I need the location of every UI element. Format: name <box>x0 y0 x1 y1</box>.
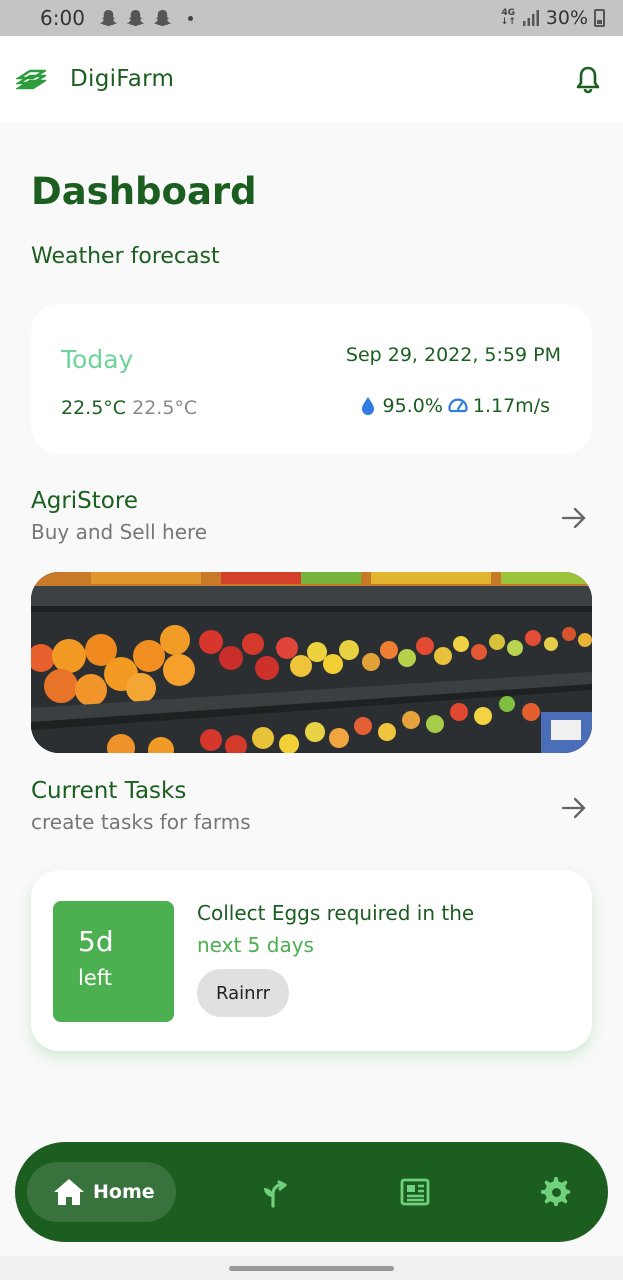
battery-percent: 30% <box>545 7 588 29</box>
more-notifications-dot <box>187 15 193 21</box>
task-description: Collect Eggs required in the next 5 days <box>197 897 474 961</box>
weather-section-title: Weather forecast <box>31 244 220 269</box>
tasks-title: Current Tasks <box>31 778 187 804</box>
snapchat-icon <box>99 9 117 26</box>
humidity-value: 95.0% <box>382 395 443 417</box>
temperature-min: 22.5°C <box>132 397 198 419</box>
weather-stats: 95.0% 1.17m/s <box>357 395 550 417</box>
temperature-max: 22.5°C <box>61 397 127 419</box>
leaf-logo-icon <box>16 69 46 90</box>
agristore-banner-image[interactable] <box>31 572 592 753</box>
water-drop-icon <box>361 397 374 415</box>
system-home-indicator <box>0 1256 623 1280</box>
agristore-subtitle: Buy and Sell here <box>31 520 208 544</box>
snapchat-icon <box>153 9 171 26</box>
newspaper-icon[interactable] <box>399 1176 431 1208</box>
weather-day-label: Today <box>61 345 134 374</box>
arrow-right-icon[interactable] <box>560 504 588 532</box>
weather-temperature: 22.5°C 22.5°C <box>61 397 197 419</box>
tasks-subtitle: create tasks for farms <box>31 810 251 834</box>
weather-card[interactable]: Today 22.5°C 22.5°C Sep 29, 2022, 5:59 P… <box>31 304 592 454</box>
network-type: 4G ↓↑ <box>500 8 516 27</box>
weather-datetime: Sep 29, 2022, 5:59 PM <box>345 344 561 366</box>
speedometer-icon <box>448 398 468 413</box>
status-time: 6:00 <box>40 6 85 30</box>
page-title: Dashboard <box>31 170 257 213</box>
battery-icon <box>594 9 605 27</box>
signal-icon <box>522 10 539 26</box>
task-card[interactable]: 5d left Collect Eggs required in the nex… <box>31 870 592 1051</box>
snapchat-icon <box>126 9 144 26</box>
arrow-right-icon[interactable] <box>560 794 588 822</box>
produce-shelf-image <box>31 572 592 753</box>
home-indicator-bar[interactable] <box>229 1266 394 1271</box>
days-left-label: left <box>78 966 113 990</box>
agristore-title: AgriStore <box>31 488 138 514</box>
nav-home-label: Home <box>93 1181 155 1203</box>
app-name: DigiFarm <box>70 66 175 92</box>
plant-icon[interactable] <box>259 1176 291 1208</box>
task-text-main: Collect Eggs required in the <box>197 901 475 925</box>
notification-icons <box>99 9 193 28</box>
tasks-header: Current Tasks create tasks for farms <box>31 778 251 834</box>
bottom-navigation: Home <box>15 1142 608 1242</box>
agristore-header: AgriStore Buy and Sell here <box>31 488 207 544</box>
settings-icon[interactable] <box>540 1176 572 1208</box>
home-icon <box>54 1179 84 1205</box>
status-bar: 6:00 4G ↓↑ 30% <box>0 0 623 36</box>
days-left-value: 5d <box>78 925 114 958</box>
nav-item-home[interactable]: Home <box>27 1162 176 1222</box>
app-bar: DigiFarm <box>0 36 623 122</box>
bell-icon[interactable] <box>573 64 603 94</box>
task-tag-chip[interactable]: Rainrr <box>197 969 289 1017</box>
days-left-badge: 5d left <box>53 901 174 1022</box>
task-text-accent: next 5 days <box>197 933 314 957</box>
wind-speed-value: 1.17m/s <box>472 395 550 417</box>
